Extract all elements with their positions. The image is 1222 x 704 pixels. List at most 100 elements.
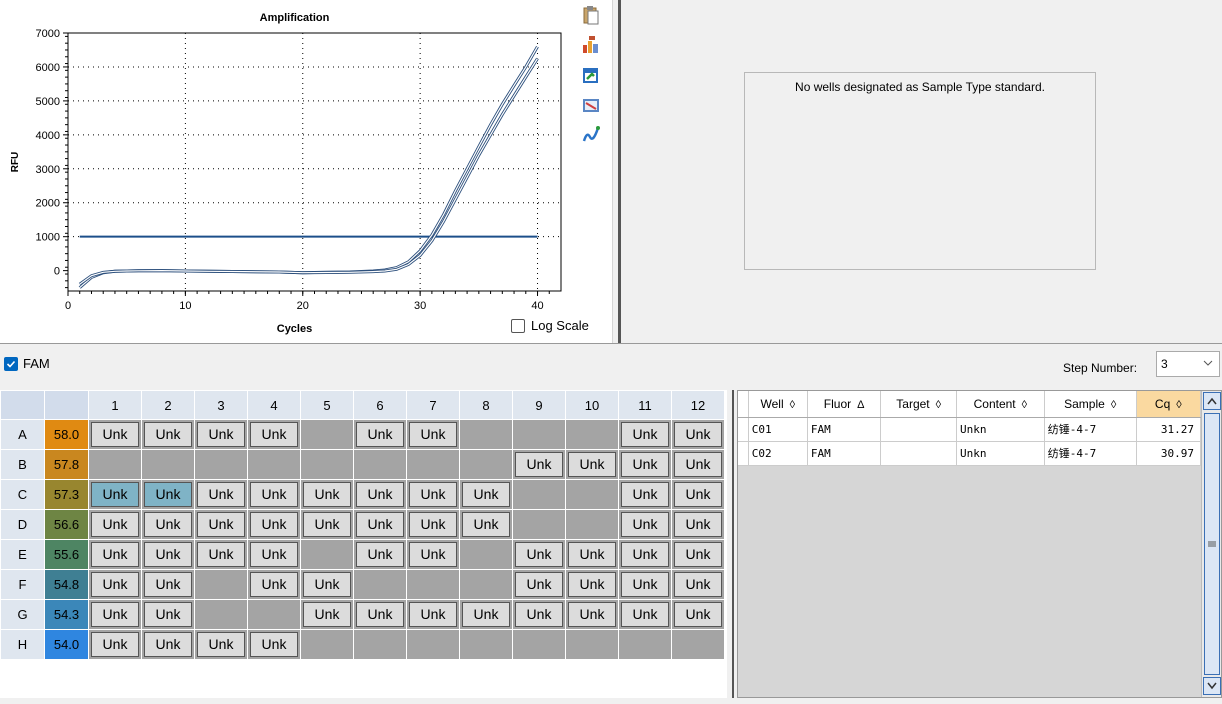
clipboard-icon[interactable] bbox=[578, 2, 604, 28]
plate-well[interactable] bbox=[671, 629, 725, 660]
plate-well[interactable]: Unk bbox=[300, 509, 354, 540]
plate-well[interactable] bbox=[300, 629, 354, 660]
plate-well[interactable] bbox=[353, 629, 407, 660]
plate-well[interactable]: Unk bbox=[353, 599, 407, 630]
plate-well[interactable] bbox=[512, 509, 566, 540]
plate-well[interactable]: Unk bbox=[565, 569, 619, 600]
plate-well[interactable]: Unk bbox=[194, 539, 248, 570]
plate-well[interactable]: Unk bbox=[88, 599, 142, 630]
results-row[interactable]: C01 FAM Unkn 纺锤-4-7 31.27 bbox=[738, 417, 1202, 442]
plate-well[interactable] bbox=[459, 539, 513, 570]
plate-well[interactable]: Unk bbox=[194, 629, 248, 660]
results-row-header-corner[interactable] bbox=[738, 391, 749, 418]
plate-well[interactable]: Unk bbox=[565, 539, 619, 570]
plate-splitter-bar[interactable] bbox=[732, 390, 734, 698]
results-row-header[interactable] bbox=[738, 441, 749, 466]
vertical-splitter-bar[interactable] bbox=[618, 0, 621, 343]
plate-well[interactable]: Unk bbox=[618, 569, 672, 600]
log-scale-checkbox[interactable] bbox=[511, 318, 525, 333]
plate-well[interactable]: Unk bbox=[194, 509, 248, 540]
step-number-select[interactable]: 3 bbox=[1156, 351, 1220, 377]
plate-well[interactable]: Unk bbox=[671, 569, 725, 600]
plate-well[interactable]: Unk bbox=[406, 599, 460, 630]
plate-well[interactable]: Unk bbox=[88, 509, 142, 540]
plate-well[interactable]: Unk bbox=[406, 509, 460, 540]
plate-well[interactable]: Unk bbox=[459, 479, 513, 510]
plate-well[interactable]: Unk bbox=[141, 419, 195, 450]
plate-well[interactable] bbox=[353, 569, 407, 600]
plate-well[interactable]: Unk bbox=[618, 479, 672, 510]
plate-well[interactable] bbox=[353, 449, 407, 480]
plate-column-header[interactable]: 1 bbox=[88, 390, 142, 420]
plate-well[interactable] bbox=[565, 419, 619, 450]
refresh-export-icon[interactable] bbox=[578, 62, 604, 88]
plate-well[interactable]: Unk bbox=[618, 419, 672, 450]
plate-well[interactable]: Unk bbox=[247, 479, 301, 510]
results-scrollbar[interactable] bbox=[1201, 391, 1221, 697]
plate-row-header[interactable]: D bbox=[0, 509, 45, 540]
plate-well[interactable]: Unk bbox=[88, 629, 142, 660]
plate-well[interactable]: Unk bbox=[512, 539, 566, 570]
results-column-header[interactable]: Content ◊ bbox=[956, 391, 1045, 418]
results-row-header[interactable] bbox=[738, 417, 749, 442]
plate-well[interactable] bbox=[565, 509, 619, 540]
plate-well[interactable]: Unk bbox=[141, 569, 195, 600]
plate-well[interactable]: Unk bbox=[618, 599, 672, 630]
plate-well[interactable]: Unk bbox=[671, 509, 725, 540]
plate-well[interactable] bbox=[459, 449, 513, 480]
plate-column-header[interactable]: 3 bbox=[194, 390, 248, 420]
plate-row-header[interactable]: H bbox=[0, 629, 45, 660]
plate-column-header[interactable]: 5 bbox=[300, 390, 354, 420]
plate-well[interactable]: Unk bbox=[300, 479, 354, 510]
plate-well[interactable] bbox=[512, 629, 566, 660]
plate-well[interactable]: Unk bbox=[618, 539, 672, 570]
plate-column-header[interactable]: 7 bbox=[406, 390, 460, 420]
plate-well[interactable] bbox=[194, 569, 248, 600]
plate-well[interactable]: Unk bbox=[141, 599, 195, 630]
plate-well[interactable]: Unk bbox=[194, 479, 248, 510]
fam-toggle[interactable]: FAM bbox=[4, 356, 50, 371]
plate-well[interactable]: Unk bbox=[406, 419, 460, 450]
plate-row-header[interactable]: E bbox=[0, 539, 45, 570]
plate-well[interactable]: Unk bbox=[671, 419, 725, 450]
plate-well[interactable]: Unk bbox=[300, 569, 354, 600]
plate-well[interactable] bbox=[565, 479, 619, 510]
plate-well[interactable]: Unk bbox=[141, 509, 195, 540]
plate-well[interactable]: Unk bbox=[141, 539, 195, 570]
plate-well[interactable] bbox=[194, 449, 248, 480]
plate-well[interactable] bbox=[141, 449, 195, 480]
zoom-graph-icon[interactable] bbox=[578, 92, 604, 118]
plate-well[interactable]: Unk bbox=[671, 479, 725, 510]
results-row[interactable]: C02 FAM Unkn 纺锤-4-7 30.97 bbox=[738, 441, 1202, 466]
plate-well[interactable] bbox=[512, 479, 566, 510]
plate-well[interactable]: Unk bbox=[88, 419, 142, 450]
plate-well[interactable]: Unk bbox=[406, 479, 460, 510]
plate-well[interactable]: Unk bbox=[406, 539, 460, 570]
plate-column-header[interactable]: 10 bbox=[565, 390, 619, 420]
plate-well[interactable]: Unk bbox=[565, 449, 619, 480]
plate-well[interactable] bbox=[406, 629, 460, 660]
plate-well[interactable] bbox=[565, 629, 619, 660]
plate-well[interactable] bbox=[300, 419, 354, 450]
plate-well[interactable]: Unk bbox=[618, 509, 672, 540]
plate-column-header[interactable]: 9 bbox=[512, 390, 566, 420]
plate-well[interactable]: Unk bbox=[459, 599, 513, 630]
plate-well[interactable]: Unk bbox=[671, 599, 725, 630]
plate-well[interactable]: Unk bbox=[512, 599, 566, 630]
plate-well[interactable]: Unk bbox=[247, 539, 301, 570]
plate-well[interactable] bbox=[300, 449, 354, 480]
results-column-header[interactable]: Cq ◊ bbox=[1136, 391, 1202, 418]
plate-well[interactable]: Unk bbox=[512, 569, 566, 600]
fam-checkbox[interactable] bbox=[4, 356, 18, 371]
plate-well[interactable] bbox=[88, 449, 142, 480]
plate-well[interactable]: Unk bbox=[512, 449, 566, 480]
plate-row-header[interactable]: C bbox=[0, 479, 45, 510]
plate-column-header[interactable]: 11 bbox=[618, 390, 672, 420]
trace-icon[interactable] bbox=[578, 122, 604, 148]
plate-well[interactable]: Unk bbox=[565, 599, 619, 630]
plate-well[interactable] bbox=[247, 599, 301, 630]
plate-well[interactable]: Unk bbox=[141, 629, 195, 660]
plate-well[interactable]: Unk bbox=[618, 449, 672, 480]
plate-well[interactable]: Unk bbox=[194, 419, 248, 450]
plate-well[interactable]: Unk bbox=[671, 449, 725, 480]
